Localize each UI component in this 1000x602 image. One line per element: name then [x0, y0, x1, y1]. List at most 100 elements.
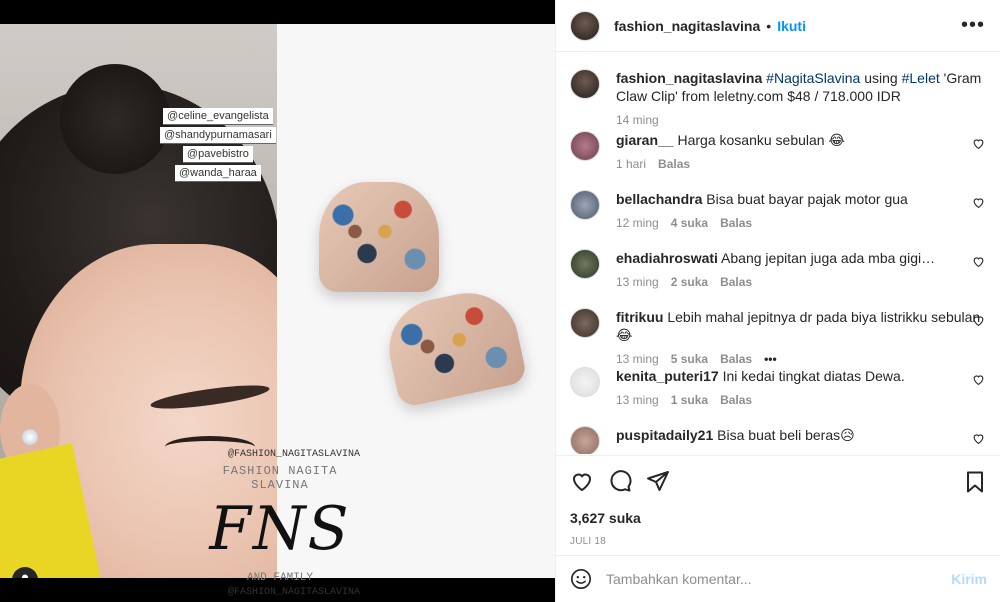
- caption-time[interactable]: 14 ming: [616, 113, 659, 127]
- comment-meta: 13 ming 2 suka Balas: [616, 275, 987, 289]
- more-options-icon[interactable]: •••: [961, 14, 985, 37]
- comment-username[interactable]: kenita_puteri17: [616, 368, 719, 384]
- reply-button[interactable]: Balas: [720, 393, 752, 407]
- comment-content: Abang jepitan juga ada mba gigi…: [721, 250, 936, 266]
- hashtag-link[interactable]: #Lelet: [902, 70, 940, 86]
- post-side-panel: fashion_nagitaslavina • Ikuti ••• fashio…: [555, 0, 1000, 602]
- action-icons: [570, 466, 987, 496]
- watermark-family: AND FAMILY: [246, 572, 313, 584]
- comment-content: Lebih mahal jepitnya dr pada biya listri…: [616, 309, 981, 343]
- comment-body: fitrikuu Lebih mahal jepitnya dr pada bi…: [616, 308, 987, 367]
- media-collage: @celine_evangelista @shandypurnamasari @…: [0, 24, 555, 598]
- comment-likes[interactable]: 4 suka: [671, 216, 708, 230]
- heart-icon[interactable]: [972, 314, 985, 327]
- reply-button[interactable]: Balas: [658, 157, 690, 171]
- reply-button[interactable]: Balas: [720, 216, 752, 230]
- comment-meta: 13 ming 5 suka Balas •••: [616, 352, 987, 366]
- avatar[interactable]: [570, 426, 600, 454]
- comment-body: kenita_puteri17 Ini kedai tingkat diatas…: [616, 367, 987, 426]
- comment-row: bellachandra Bisa buat bayar pajak motor…: [570, 190, 987, 249]
- emoji-icon[interactable]: [570, 568, 592, 590]
- user-icon: [22, 574, 28, 578]
- comment-time[interactable]: 13 ming: [616, 275, 659, 289]
- avatar[interactable]: [570, 190, 600, 220]
- earring-shape: [22, 429, 38, 445]
- caption-text: fashion_nagitaslavina #NagitaSlavina usi…: [616, 69, 987, 105]
- tag-shandy[interactable]: @shandypurnamasari: [160, 127, 276, 144]
- comment-options-icon[interactable]: •••: [764, 352, 777, 366]
- comment-body: bellachandra Bisa buat bayar pajak motor…: [616, 190, 987, 249]
- post-comment-button[interactable]: Kirim: [951, 571, 987, 587]
- comment-username[interactable]: puspitadaily21: [616, 427, 713, 443]
- heart-icon[interactable]: [972, 137, 985, 150]
- header-username[interactable]: fashion_nagitaslavina: [614, 18, 760, 34]
- heart-icon[interactable]: [972, 255, 985, 268]
- comment-time[interactable]: 13 ming: [616, 352, 659, 366]
- comment-text: kenita_puteri17 Ini kedai tingkat diatas…: [616, 367, 987, 385]
- comment-username[interactable]: fitrikuu: [616, 309, 663, 325]
- like-count[interactable]: 3,627 suka: [570, 510, 987, 526]
- hashtag-link[interactable]: #NagitaSlavina: [766, 70, 860, 86]
- watermark-logo: FNS: [209, 494, 351, 564]
- follow-button[interactable]: Ikuti: [777, 18, 806, 34]
- comment-text: ehadiahroswati Abang jepitan juga ada mb…: [616, 249, 987, 267]
- comment-meta: 12 ming 4 suka Balas: [616, 216, 987, 230]
- avatar[interactable]: [570, 69, 600, 99]
- caption-fragment: using: [864, 70, 898, 86]
- comment-body: puspitadaily21 Bisa buat beli beras😥: [616, 426, 987, 454]
- share-icon[interactable]: [646, 469, 670, 493]
- comment-username[interactable]: bellachandra: [616, 191, 702, 207]
- post-actions: 3,627 suka JULI 18: [556, 455, 1000, 555]
- heart-icon[interactable]: [972, 373, 985, 386]
- post-media[interactable]: @celine_evangelista @shandypurnamasari @…: [0, 0, 555, 602]
- avatar[interactable]: [570, 308, 600, 338]
- comment-likes[interactable]: 1 suka: [671, 393, 708, 407]
- comment-row: giaran__ Harga kosanku sebulan 😂 1 hari …: [570, 131, 987, 190]
- comment-text: fitrikuu Lebih mahal jepitnya dr pada bi…: [616, 308, 987, 344]
- add-comment-bar: Kirim: [556, 555, 1000, 602]
- tag-list: @celine_evangelista @shandypurnamasari @…: [160, 108, 276, 182]
- heart-icon[interactable]: [972, 196, 985, 209]
- like-heart-icon[interactable]: [570, 469, 594, 493]
- avatar[interactable]: [570, 249, 600, 279]
- comment-text: puspitadaily21 Bisa buat beli beras😥: [616, 426, 987, 444]
- comment-body: giaran__ Harga kosanku sebulan 😂 1 hari …: [616, 131, 987, 190]
- comment-time[interactable]: 13 ming: [616, 393, 659, 407]
- comment-body: ehadiahroswati Abang jepitan juga ada mb…: [616, 249, 987, 308]
- comment-content: Harga kosanku sebulan 😂: [677, 132, 845, 148]
- comments-list[interactable]: fashion_nagitaslavina #NagitaSlavina usi…: [556, 53, 1000, 454]
- comment-username[interactable]: giaran__: [616, 132, 674, 148]
- comment-icon[interactable]: [608, 469, 632, 493]
- separator-dot: •: [766, 17, 772, 34]
- comment-likes[interactable]: 5 suka: [671, 352, 708, 366]
- tag-pavebistro[interactable]: @pavebistro: [182, 146, 253, 163]
- comment-row: puspitadaily21 Bisa buat beli beras😥: [570, 426, 987, 454]
- comment-meta: 13 ming 1 suka Balas: [616, 393, 987, 407]
- comment-username[interactable]: ehadiahroswati: [616, 250, 718, 266]
- avatar[interactable]: [570, 367, 600, 397]
- comment-content: Bisa buat beli beras😥: [717, 427, 855, 443]
- caption-username[interactable]: fashion_nagitaslavina: [616, 70, 762, 86]
- comment-time[interactable]: 1 hari: [616, 157, 646, 171]
- comment-row: kenita_puteri17 Ini kedai tingkat diatas…: [570, 367, 987, 426]
- comment-row: fitrikuu Lebih mahal jepitnya dr pada bi…: [570, 308, 987, 367]
- post-date[interactable]: JULI 18: [570, 536, 987, 547]
- comment-row: ehadiahroswati Abang jepitan juga ada mb…: [570, 249, 987, 308]
- caption-meta: 14 ming: [616, 113, 987, 127]
- bookmark-icon[interactable]: [963, 470, 987, 494]
- tag-wanda[interactable]: @wanda_haraa: [174, 165, 261, 182]
- comment-time[interactable]: 12 ming: [616, 216, 659, 230]
- reply-button[interactable]: Balas: [720, 352, 752, 366]
- comment-input[interactable]: [606, 571, 952, 587]
- avatar[interactable]: [570, 131, 600, 161]
- instagram-post: @celine_evangelista @shandypurnamasari @…: [0, 0, 1000, 602]
- caption: fashion_nagitaslavina #NagitaSlavina usi…: [570, 69, 987, 131]
- avatar[interactable]: [570, 10, 600, 41]
- comment-content: Bisa buat bayar pajak motor gua: [706, 191, 908, 207]
- tag-celine[interactable]: @celine_evangelista: [163, 108, 273, 125]
- reply-button[interactable]: Balas: [720, 275, 752, 289]
- claw-clip-image: [380, 283, 528, 409]
- heart-icon[interactable]: [972, 432, 985, 445]
- comment-likes[interactable]: 2 suka: [671, 275, 708, 289]
- comment-content: Ini kedai tingkat diatas Dewa.: [722, 368, 905, 384]
